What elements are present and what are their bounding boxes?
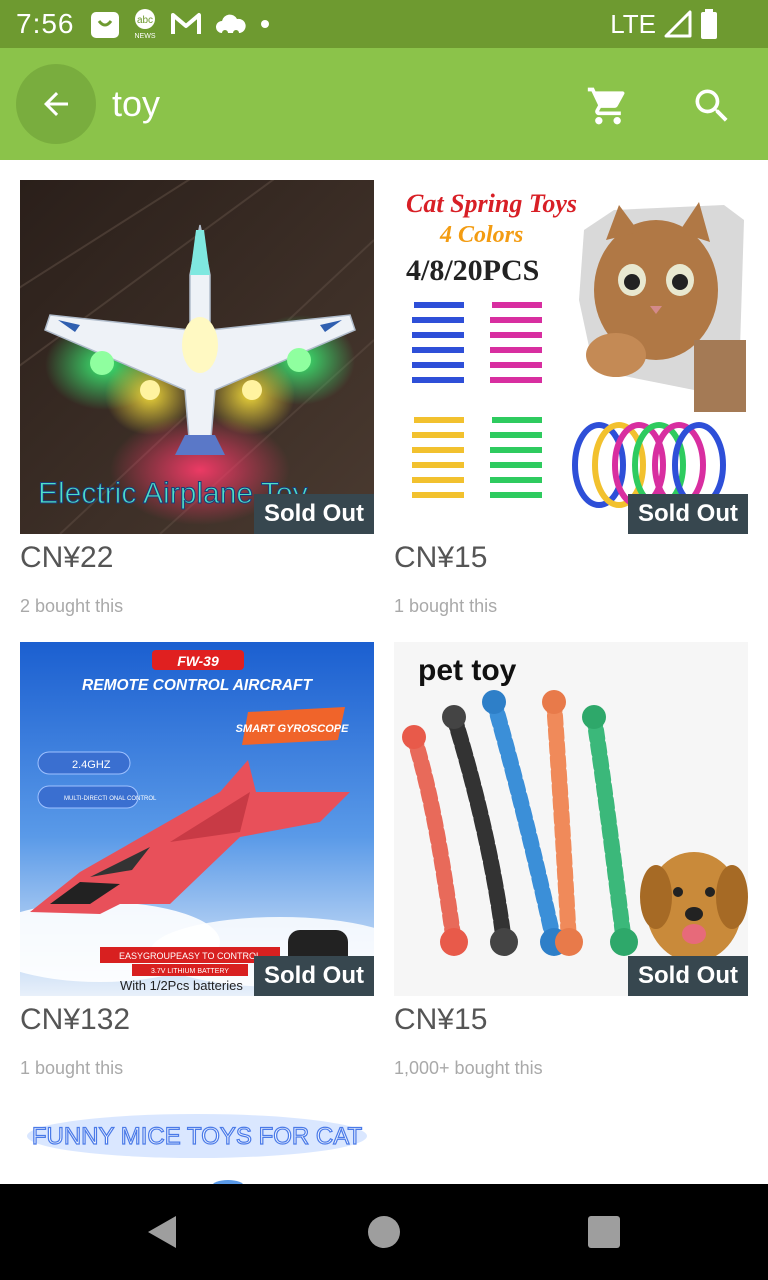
back-button[interactable]: [16, 64, 96, 144]
product-image: pet toy Sold Out: [394, 642, 748, 996]
nav-recents-icon[interactable]: [588, 1216, 620, 1248]
sold-out-badge: Sold Out: [254, 956, 374, 996]
network-type: LTE: [610, 9, 656, 39]
product-image-spec2: MULTI-DIRECTI ONAL CONTROL: [64, 796, 157, 802]
product-image-count: 4/8/20PCS: [406, 254, 539, 287]
product-image-spec1: 2.4GHZ: [72, 759, 111, 771]
product-image-title: Cat Spring Toys: [406, 189, 577, 218]
product-image-batteries: With 1/2Pcs batteries: [120, 978, 243, 993]
sold-out-badge: Sold Out: [628, 494, 748, 534]
nav-back-icon[interactable]: [144, 1212, 180, 1252]
battery-icon: [701, 9, 717, 39]
product-image-model: FW-39: [177, 653, 219, 669]
product-image-text: pet toy: [418, 654, 517, 687]
product-card[interactable]: Electric Airplane Toy Sold Out CN¥22 2 b…: [20, 180, 374, 626]
sold-out-badge: Sold Out: [254, 494, 374, 534]
shopping-bag-icon: [91, 12, 119, 38]
product-image-battery: 3.7V LITHIUM BATTERY: [151, 968, 229, 975]
cloud-icon: [216, 14, 246, 36]
product-price: CN¥22: [20, 541, 114, 574]
product-card[interactable]: FW-39 REMOTE CONTROL AIRCRAFT SMART GYRO…: [20, 642, 374, 1088]
product-card[interactable]: pet toy Sold Out CN¥15 1,000+ bought thi…: [394, 642, 748, 1088]
product-image: FW-39 REMOTE CONTROL AIRCRAFT SMART GYRO…: [20, 642, 374, 996]
product-price: CN¥132: [20, 1003, 131, 1036]
arrow-back-icon: [44, 92, 68, 116]
product-card[interactable]: Cat Spring Toys 4 Colors 4/8/20PCS Sold …: [394, 180, 748, 626]
product-image-brand: EASYGROUPEASY TO CONTROL: [119, 951, 261, 961]
search-button[interactable]: [682, 76, 742, 136]
abc-news-icon: abc NEWS: [135, 9, 156, 40]
app-bar: toy: [0, 48, 768, 160]
product-grid: Electric Airplane Toy Sold Out CN¥22 2 b…: [0, 160, 768, 1184]
notification-icons: abc NEWS: [90, 8, 272, 40]
product-bought-count: 1,000+ bought this: [394, 1058, 543, 1078]
status-time: 7:56: [16, 8, 75, 39]
dot-icon: [261, 20, 269, 28]
svg-text:NEWS: NEWS: [135, 33, 156, 40]
product-bought-count: 2 bought this: [20, 596, 124, 616]
product-image: Cat Spring Toys 4 Colors 4/8/20PCS Sold …: [394, 180, 748, 534]
product-image-text: FUNNY MICE TOYS FOR CAT: [32, 1123, 363, 1150]
shopping-cart-icon: [587, 87, 625, 125]
product-image-subtitle: 4 Colors: [439, 222, 523, 248]
sold-out-badge: Sold Out: [628, 956, 748, 996]
product-bought-count: 1 bought this: [20, 1058, 124, 1078]
product-bought-count: 1 bought this: [394, 596, 498, 616]
product-image: Electric Airplane Toy Sold Out: [20, 180, 374, 534]
product-image-feature: SMART GYROSCOPE: [236, 723, 350, 735]
search-query-title[interactable]: toy: [112, 82, 160, 126]
status-right: LTE: [610, 8, 718, 40]
product-image-title: REMOTE CONTROL AIRCRAFT: [82, 677, 313, 694]
gmail-icon: [171, 13, 201, 34]
cart-button[interactable]: [578, 76, 638, 136]
abc-news-label: abc: [137, 15, 153, 26]
status-bar: 7:56 abc NEWS LTE: [0, 0, 768, 48]
signal-icon: [664, 10, 692, 38]
product-card-partial[interactable]: FUNNY MICE TOYS FOR CAT: [20, 1102, 374, 1184]
nav-home-icon[interactable]: [368, 1216, 400, 1248]
product-price: CN¥15: [394, 541, 488, 574]
search-icon: [695, 89, 728, 122]
product-price: CN¥15: [394, 1003, 488, 1036]
